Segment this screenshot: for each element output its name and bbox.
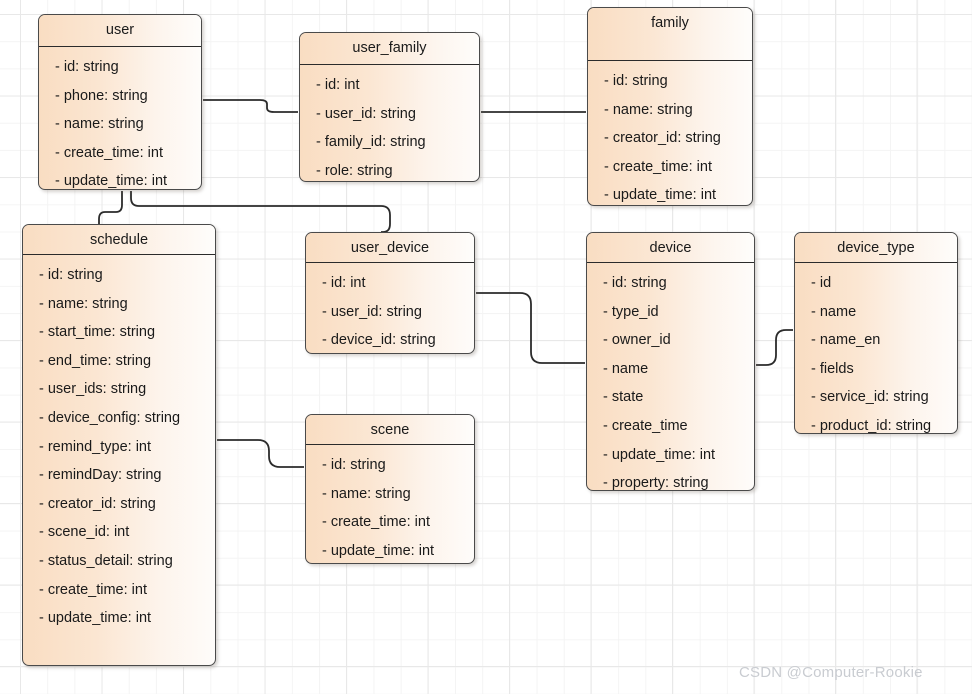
entity-field: - update_time: int	[604, 187, 717, 204]
relationship-schedule-to-scene[interactable]	[217, 439, 304, 468]
entity-title-device: device	[587, 233, 754, 263]
entity-field: - id: string	[39, 267, 103, 283]
relationship-user-to-user_family[interactable]	[203, 99, 298, 113]
entity-field: - update_time: int	[39, 610, 152, 627]
entity-field: - name: string	[604, 101, 693, 118]
entity-field: - id: int	[322, 275, 366, 291]
entity-field: - status_detail: string	[39, 552, 173, 569]
entity-fields-user_family: - id: int - user_id: string - family_id: s…	[300, 65, 479, 181]
entity-title-family: family	[588, 8, 752, 61]
entity-field: - owner_id	[603, 332, 671, 349]
entity-family[interactable]: family - id: string - name: string - creato…	[587, 7, 753, 206]
entity-fields-user_device: - id: int - user_id: string - device_id: s…	[306, 263, 474, 353]
entity-field: - type_id	[603, 303, 659, 320]
entity-schedule[interactable]: schedule - id: string - name: string - star…	[22, 224, 216, 666]
entity-field: - scene_id: int	[39, 524, 130, 541]
entity-fields-device_type: - id - name - name_en - fields - service_id:…	[795, 263, 957, 434]
relationship-user-to-schedule[interactable]	[98, 191, 123, 224]
entity-field: - create_time	[603, 417, 688, 434]
entity-field: - id	[811, 275, 832, 291]
entity-title-user: user	[39, 15, 201, 47]
entity-device[interactable]: device - id: string - type_id - owner_id - n…	[586, 232, 755, 491]
entity-field: - create_time: int	[55, 144, 163, 161]
entity-title-schedule: schedule	[23, 225, 215, 255]
entity-field: - update_time: int	[322, 542, 435, 559]
entity-fields-schedule: - id: string - name: string - start_time: …	[23, 255, 215, 637]
entity-field: - product_id: string	[811, 417, 932, 434]
entity-field: - role: string	[316, 162, 393, 179]
entity-field: - name: string	[55, 116, 144, 133]
entity-field: - id: string	[604, 73, 668, 89]
entity-field: - update_time: int	[55, 173, 168, 190]
entity-field: - creator_id: string	[39, 495, 156, 512]
er-diagram-canvas: user - id: string - phone: string - name: s…	[0, 0, 972, 694]
entity-field: - create_time: int	[39, 581, 147, 598]
entity-field: - name: string	[39, 295, 128, 312]
entity-field: - id: string	[603, 275, 667, 291]
entity-fields-family: - id: string - name: string - creator_id: …	[588, 61, 752, 205]
entity-field: - id: string	[322, 457, 386, 473]
entity-field: - device_id: string	[322, 332, 436, 349]
entity-field: - name	[603, 360, 649, 377]
entity-field: - create_time: int	[604, 158, 712, 175]
entity-field: - service_id: string	[811, 389, 929, 406]
entity-field: - device_config: string	[39, 409, 181, 426]
entity-user_family[interactable]: user_family - id: int - user_id: string - f…	[299, 32, 480, 182]
entity-title-device_type: device_type	[795, 233, 957, 263]
entity-user_device[interactable]: user_device - id: int - user_id: string - d…	[305, 232, 475, 354]
entity-title-user_family: user_family	[300, 33, 479, 65]
entity-field: - user_id: string	[322, 303, 422, 320]
entity-field: - remind_type: int	[39, 438, 152, 455]
entity-field: - user_ids: string	[39, 381, 147, 398]
entity-field: - user_id: string	[316, 105, 416, 122]
entity-scene[interactable]: scene - id: string - name: string - create_…	[305, 414, 475, 564]
entity-title-scene: scene	[306, 415, 474, 445]
entity-fields-device: - id: string - type_id - owner_id - name - s…	[587, 263, 754, 491]
entity-field: - phone: string	[55, 87, 148, 104]
relationship-user_device-to-device[interactable]	[476, 292, 585, 364]
entity-field: - family_id: string	[316, 134, 426, 151]
entity-field: - create_time: int	[322, 514, 430, 531]
entity-field: - name_en	[811, 332, 881, 349]
relationship-device-to-device_type[interactable]	[756, 329, 793, 366]
entity-field: - update_time: int	[603, 446, 716, 463]
entity-field: - property: string	[603, 475, 709, 491]
entity-field: - id: string	[55, 59, 119, 75]
entity-field: - id: int	[316, 77, 360, 93]
entity-field: - start_time: string	[39, 324, 156, 341]
entity-device_type[interactable]: device_type - id - name - name_en - fields - …	[794, 232, 958, 434]
entity-field: - state	[603, 389, 644, 406]
entity-fields-user: - id: string - phone: string - name: strin…	[39, 47, 201, 190]
entity-field: - name	[811, 303, 857, 320]
entity-user[interactable]: user - id: string - phone: string - name: s…	[38, 14, 202, 190]
entity-field: - remindDay: string	[39, 467, 162, 484]
entity-field: - name: string	[322, 485, 411, 502]
entity-field: - fields	[811, 360, 854, 377]
entity-title-user_device: user_device	[306, 233, 474, 263]
watermark-label: CSDN @Computer-Rookie	[739, 664, 923, 681]
entity-fields-scene: - id: string - name: string - create_time:…	[306, 445, 474, 563]
entity-field: - creator_id: string	[604, 130, 721, 147]
entity-field: - end_time: string	[39, 352, 152, 369]
